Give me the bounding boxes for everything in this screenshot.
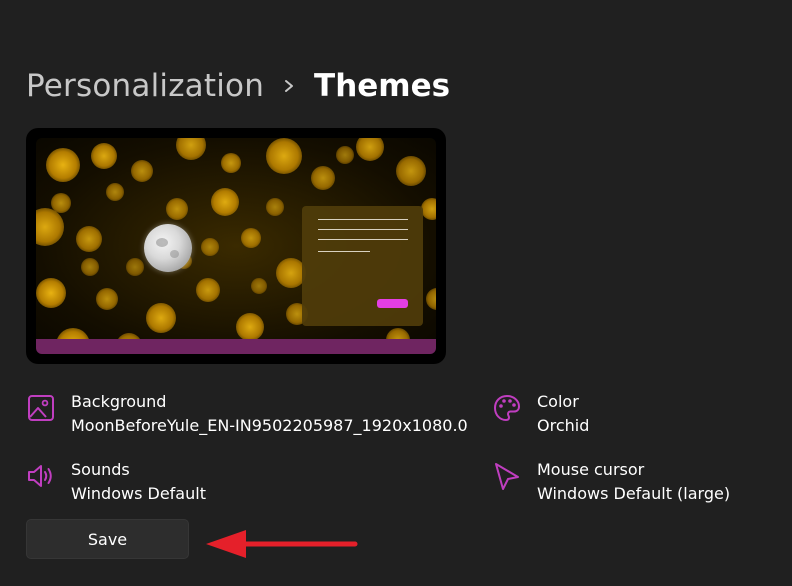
bokeh-light: [81, 258, 99, 276]
theme-preview-wallpaper: [36, 138, 436, 354]
bokeh-light: [91, 143, 117, 169]
bokeh-light: [266, 138, 302, 174]
bokeh-light: [221, 153, 241, 173]
bokeh-light: [426, 288, 436, 310]
bokeh-light: [211, 188, 239, 216]
preview-window-line: [318, 219, 408, 220]
bokeh-light: [46, 148, 80, 182]
bokeh-light: [251, 278, 267, 294]
palette-icon: [492, 392, 522, 424]
bokeh-light: [356, 138, 384, 161]
bokeh-light: [131, 160, 153, 182]
bokeh-light: [96, 288, 118, 310]
bokeh-light: [241, 228, 261, 248]
bokeh-light: [176, 138, 206, 160]
background-label: Background: [71, 392, 167, 411]
bokeh-light: [311, 166, 335, 190]
preview-window: [302, 206, 423, 326]
speaker-icon: [26, 460, 56, 492]
bokeh-light: [36, 208, 64, 246]
sounds-value: Windows Default: [71, 484, 206, 503]
sounds-label: Sounds: [71, 460, 130, 479]
themes-page: Personalization Themes Background MoonBe…: [0, 0, 792, 586]
theme-preview: [26, 128, 446, 364]
bokeh-light: [76, 226, 102, 252]
color-label: Color: [537, 392, 579, 411]
bokeh-light: [36, 278, 66, 308]
bokeh-light: [201, 238, 219, 256]
bokeh-light: [196, 278, 220, 302]
preview-window-line: [318, 229, 408, 230]
color-value: Orchid: [537, 416, 590, 435]
bokeh-light: [106, 183, 124, 201]
bokeh-light: [146, 303, 176, 333]
mouse-cursor-value: Windows Default (large): [537, 484, 731, 503]
page-title: Themes: [314, 68, 451, 104]
bokeh-light: [266, 198, 284, 216]
preview-accent-button: [377, 299, 408, 308]
breadcrumb: Personalization Themes: [26, 64, 450, 108]
bokeh-light: [126, 258, 144, 276]
image-icon: [26, 392, 56, 424]
mouse-cursor-setting[interactable]: Mouse cursor Windows Default (large): [492, 458, 730, 506]
bokeh-light: [166, 198, 188, 220]
bokeh-light: [336, 146, 354, 164]
annotation-arrow-icon: [206, 530, 358, 558]
bokeh-light: [236, 313, 264, 341]
preview-window-line: [318, 251, 370, 252]
cursor-icon: [492, 460, 522, 492]
color-setting[interactable]: Color Orchid: [492, 390, 589, 438]
bokeh-light: [51, 193, 71, 213]
preview-taskbar: [36, 339, 436, 354]
bokeh-light: [396, 156, 426, 186]
chevron-right-icon: [284, 79, 294, 93]
bokeh-light: [421, 198, 436, 220]
background-value: MoonBeforeYule_EN-IN9502205987_1920x1080…: [71, 416, 468, 435]
mouse-cursor-label: Mouse cursor: [537, 460, 645, 479]
moon-image: [144, 224, 192, 272]
background-setting[interactable]: Background MoonBeforeYule_EN-IN950220598…: [26, 390, 468, 438]
save-button[interactable]: Save: [26, 519, 189, 559]
preview-window-line: [318, 239, 408, 240]
breadcrumb-personalization[interactable]: Personalization: [26, 68, 264, 104]
sounds-setting[interactable]: Sounds Windows Default: [26, 458, 206, 506]
